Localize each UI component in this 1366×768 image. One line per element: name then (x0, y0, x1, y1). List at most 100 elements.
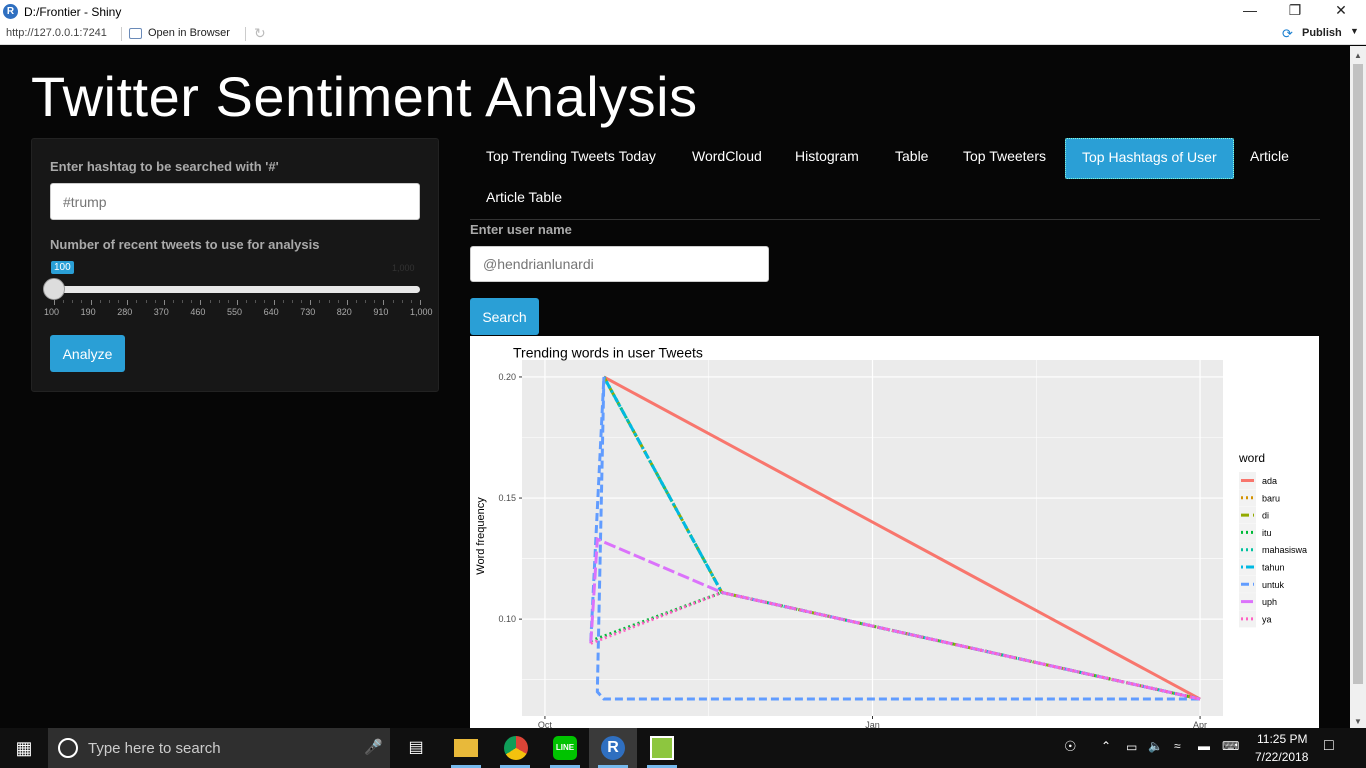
slider-tick-label: 730 (300, 307, 316, 317)
slider-minor-tick (392, 300, 394, 303)
scroll-up-icon[interactable]: ▲ (1354, 51, 1362, 60)
slider-minor-tick (108, 300, 110, 303)
r-logo-icon: R (3, 4, 18, 19)
separator (121, 27, 122, 41)
x-axis-ticks: Oct Jan Apr (538, 716, 1207, 728)
search-button[interactable]: Search (470, 298, 539, 335)
slider-minor-tick (136, 300, 138, 303)
legend-label: ada (1262, 476, 1277, 486)
sidebar-panel: Enter hashtag to be searched with '#' Nu… (31, 138, 439, 392)
clock-date[interactable]: 7/22/2018 (1255, 750, 1308, 764)
tab-top-hashtags-of-user[interactable]: Top Hashtags of User (1065, 138, 1234, 179)
slider-minor-tick (365, 300, 367, 303)
slider-tick-label: 550 (227, 307, 243, 317)
maximize-icon[interactable]: ❐ (1280, 2, 1310, 19)
tab-top-tweeters[interactable]: Top Tweeters (947, 138, 1062, 174)
notifications-icon[interactable]: □ (1324, 737, 1334, 755)
taskbar-search-placeholder: Type here to search (88, 740, 221, 757)
slider-minor-tick (154, 300, 156, 303)
slider-minor-tick (264, 300, 266, 303)
tab-article-table[interactable]: Article Table (470, 179, 578, 215)
slider-minor-tick (337, 300, 339, 303)
slider-tick-label: 1,000 (410, 307, 433, 317)
slider-minor-tick (118, 300, 120, 303)
tweet-count-label: Number of recent tweets to use for analy… (50, 237, 320, 252)
username-input[interactable] (470, 246, 769, 282)
x-tick-label: Apr (1193, 720, 1207, 728)
line-icon[interactable]: LINE (553, 736, 577, 760)
legend-label: uph (1262, 597, 1277, 607)
close-icon[interactable]: ✕ (1326, 2, 1356, 19)
legend-label: baru (1262, 493, 1280, 503)
slider-tick-mark (310, 300, 312, 305)
slider-tick-mark (200, 300, 202, 305)
slider-minor-tick (218, 300, 220, 303)
hashtag-input[interactable] (50, 183, 420, 220)
chevron-up-icon[interactable]: ⌃ (1101, 739, 1111, 753)
task-view-icon[interactable]: ▤ (404, 736, 428, 760)
cortana-icon (58, 738, 78, 758)
windows-start-icon[interactable]: ▦ (12, 736, 36, 760)
slider-tick-label: 820 (336, 307, 352, 317)
taskbar: ▦ Type here to search 🎤 ▤ LINE R ☉ ⌃ ▭ 🔈… (0, 728, 1366, 768)
chevron-down-icon[interactable]: ▼ (1350, 26, 1359, 36)
scrollbar-thumb[interactable] (1353, 64, 1363, 684)
legend-label: di (1262, 511, 1269, 521)
url-text: http://127.0.0.1:7241 (6, 27, 107, 39)
r-icon[interactable]: R (601, 736, 625, 760)
battery-icon[interactable]: ▭ (1126, 740, 1137, 754)
y-tick-label: 0.20 (498, 372, 516, 382)
open-in-browser-button[interactable]: Open in Browser (148, 27, 230, 39)
slider-track[interactable] (54, 286, 420, 293)
tab-histogram[interactable]: Histogram (779, 138, 875, 174)
slider-tick-mark (163, 300, 165, 305)
username-label: Enter user name (470, 222, 572, 237)
clock-time[interactable]: 11:25 PM (1257, 732, 1307, 746)
vertical-scrollbar[interactable]: ▲ ▼ (1350, 46, 1366, 728)
wifi-icon[interactable]: ≈ (1174, 739, 1181, 753)
slider-minor-tick (255, 300, 257, 303)
notepad-icon[interactable] (650, 736, 674, 760)
slider-minor-tick (301, 300, 303, 303)
slider-tick-label: 370 (153, 307, 169, 317)
x-tick-label: Oct (538, 720, 553, 728)
slider-minor-tick (209, 300, 211, 303)
hashtag-label: Enter hashtag to be searched with '#' (50, 159, 279, 174)
taskbar-search[interactable]: Type here to search 🎤 (48, 728, 390, 768)
refresh-icon[interactable]: ↻ (254, 25, 266, 42)
legend-title: word (1238, 451, 1265, 465)
slider-tick-label: 190 (80, 307, 96, 317)
slider-minor-tick (282, 300, 284, 303)
tab-top-trending-tweets[interactable]: Top Trending Tweets Today (470, 138, 672, 174)
chart-svg: 0.10 0.15 0.20 Oct Jan Apr Trending words in… (475, 344, 1307, 728)
microphone-icon[interactable]: 🎤 (364, 738, 383, 756)
slider-tick-label: 280 (117, 307, 133, 317)
publish-button[interactable]: Publish (1302, 27, 1342, 39)
y-tick-label: 0.15 (498, 493, 516, 503)
x-tick-label: Jan (865, 720, 880, 728)
scroll-down-icon[interactable]: ▼ (1354, 717, 1362, 726)
tab-article[interactable]: Article (1234, 138, 1305, 174)
tab-wordcloud[interactable]: WordCloud (676, 138, 778, 174)
slider-minor-tick (172, 300, 174, 303)
people-icon[interactable]: ☉ (1064, 738, 1077, 755)
volume-icon[interactable]: 🔈 (1148, 739, 1163, 753)
page-title: Twitter Sentiment Analysis (31, 65, 698, 128)
slider-tick-label: 640 (263, 307, 279, 317)
keyboard-icon[interactable]: ⌨ (1222, 739, 1239, 753)
slider-handle[interactable] (43, 278, 65, 300)
power-icon[interactable]: ▬ (1198, 739, 1210, 753)
y-tick-label: 0.10 (498, 614, 516, 624)
slider-tick-mark (237, 300, 238, 305)
legend-label: tahun (1262, 563, 1285, 573)
slider-minor-tick (246, 300, 248, 303)
address-bar: http://127.0.0.1:7241 Open in Browser ↻ … (0, 23, 1366, 45)
slider-tick-mark (420, 300, 421, 305)
file-explorer-icon[interactable] (454, 739, 478, 757)
open-browser-icon (129, 28, 142, 39)
minimize-icon[interactable]: — (1235, 2, 1265, 18)
tab-table[interactable]: Table (879, 138, 944, 174)
analyze-button[interactable]: Analyze (50, 335, 125, 372)
slider-minor-tick (227, 300, 229, 303)
chrome-icon[interactable] (504, 736, 528, 760)
